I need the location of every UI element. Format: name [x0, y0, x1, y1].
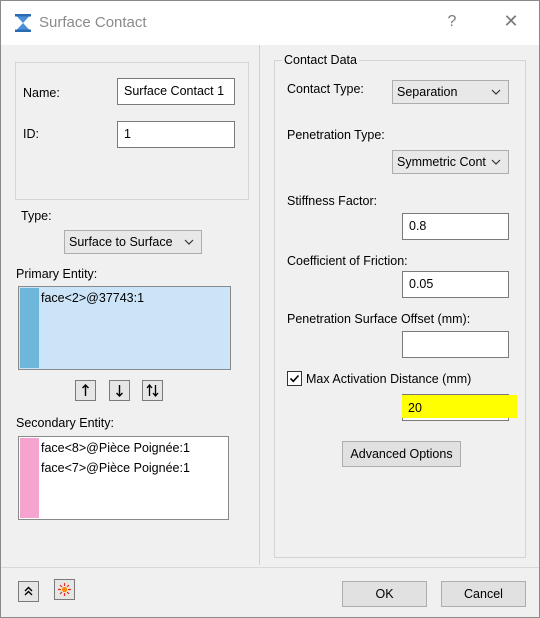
help-button[interactable]: ? [444, 13, 460, 31]
friction-input[interactable]: 0.05 [402, 271, 509, 298]
title-bar[interactable]: Surface Contact ? ✕ [1, 1, 539, 45]
checkmark-icon [289, 374, 300, 383]
chevron-down-icon [491, 159, 501, 165]
max-activation-value: 20 [408, 401, 422, 415]
close-button[interactable]: ✕ [501, 11, 521, 32]
id-input[interactable]: 1 [117, 121, 235, 148]
stiffness-label: Stiffness Factor: [287, 194, 378, 208]
collapse-button[interactable] [18, 581, 39, 602]
offset-label: Penetration Surface Offset (mm): [287, 312, 471, 326]
swap-entities-button[interactable] [142, 380, 163, 401]
id-label: ID: [23, 127, 39, 141]
ok-button[interactable]: OK [342, 581, 427, 607]
type-label: Type: [21, 209, 52, 223]
penetration-type-select[interactable]: Symmetric Cont [392, 150, 509, 174]
friction-label: Coefficient of Friction: [287, 254, 408, 268]
cancel-button[interactable]: Cancel [441, 581, 526, 607]
arrow-up-icon [82, 384, 89, 396]
max-activation-checkbox[interactable] [287, 371, 302, 386]
advanced-options-button[interactable]: Advanced Options [342, 441, 461, 467]
list-item[interactable]: face<2>@37743:1 [41, 291, 144, 305]
penetration-type-label: Penetration Type: [287, 128, 385, 142]
chevron-down-icon [184, 239, 194, 245]
stiffness-input[interactable]: 0.8 [402, 213, 509, 240]
contact-data-title: Contact Data [282, 53, 359, 67]
swap-arrows-icon [146, 383, 159, 398]
type-select[interactable]: Surface to Surface [64, 230, 202, 254]
list-item[interactable]: face<8>@Pièce Poignée:1 [41, 441, 190, 455]
penetration-type-value: Symmetric Cont [397, 155, 486, 169]
secondary-entity-label: Secondary Entity: [16, 416, 114, 430]
list-item[interactable]: face<7>@Pièce Poignée:1 [41, 461, 190, 475]
primary-entity-label: Primary Entity: [16, 267, 98, 281]
move-down-button[interactable] [109, 380, 130, 401]
move-up-button[interactable] [75, 380, 96, 401]
contact-type-value: Separation [397, 85, 458, 99]
max-activation-label[interactable]: Max Activation Distance (mm) [306, 372, 471, 386]
chevron-down-icon [491, 89, 501, 95]
secondary-entity-list[interactable]: face<8>@Pièce Poignée:1 face<7>@Pièce Po… [18, 436, 229, 520]
surface-contact-dialog: Surface Contact ? ✕ Name: Surface Contac… [0, 0, 540, 618]
name-label: Name: [23, 86, 60, 100]
double-chevron-up-icon [24, 586, 33, 596]
name-input[interactable]: Surface Contact 1 [117, 78, 235, 105]
primary-entity-list[interactable]: face<2>@37743:1 [18, 286, 231, 370]
name-id-panel: Name: Surface Contact 1 ID: 1 [15, 62, 249, 200]
panel-divider [259, 45, 260, 565]
primary-color-swatch [20, 288, 39, 368]
secondary-color-swatch [20, 438, 39, 518]
contact-type-select[interactable]: Separation [392, 80, 509, 104]
contact-type-label: Contact Type: [287, 82, 364, 96]
hourglass-icon [15, 14, 31, 32]
arrow-down-icon [116, 385, 123, 397]
footer-divider [1, 567, 539, 568]
offset-input[interactable] [402, 331, 509, 358]
sparkle-icon [58, 583, 71, 596]
highlight-toggle-button[interactable] [54, 579, 75, 600]
type-select-value: Surface to Surface [69, 235, 173, 249]
window-title: Surface Contact [39, 14, 147, 31]
